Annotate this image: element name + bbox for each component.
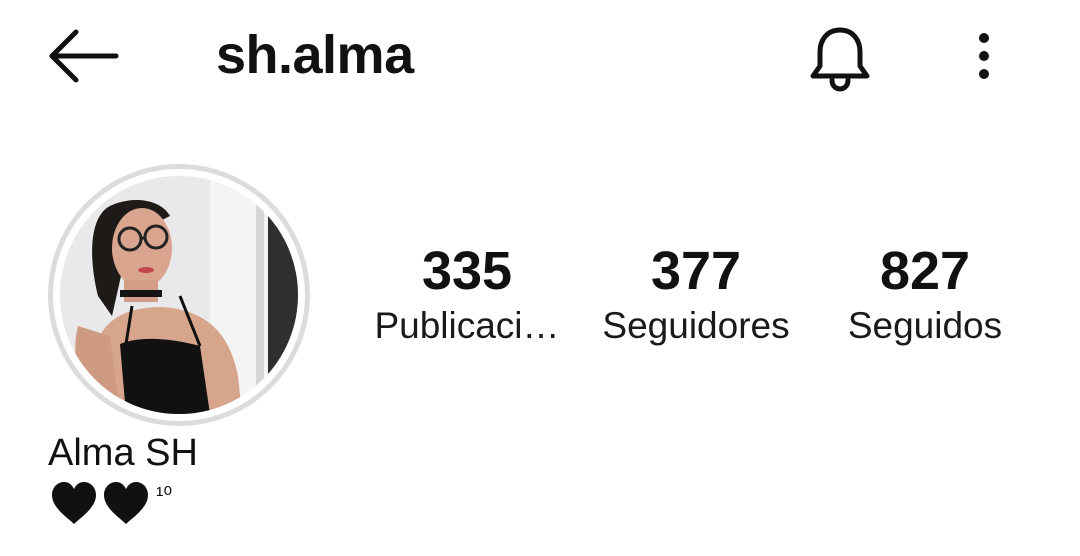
bell-icon: [810, 27, 870, 92]
avatar: [60, 176, 298, 414]
more-options-button[interactable]: [964, 28, 1004, 88]
followers-count: 377: [650, 241, 742, 301]
profile-page: sh.alma 335 Publicaci… 377 Seguidores 82…: [0, 0, 1080, 556]
profile-bio: ¹⁰: [48, 478, 172, 528]
black-heart-icon: [104, 482, 148, 524]
profile-photo: [60, 176, 298, 414]
profile-full-name: Alma SH: [48, 432, 198, 474]
stat-posts[interactable]: 335 Publicaci…: [352, 240, 582, 350]
profile-username: sh.alma: [216, 25, 414, 85]
back-button[interactable]: [44, 26, 124, 86]
profile-avatar-button[interactable]: [48, 164, 310, 426]
arrow-left-icon: [49, 29, 119, 83]
following-count: 827: [879, 241, 971, 301]
following-label: Seguidos: [847, 305, 1003, 346]
notifications-button[interactable]: [804, 22, 876, 94]
followers-label: Seguidores: [602, 305, 790, 346]
posts-label: Publicaci…: [374, 305, 560, 346]
more-vertical-icon: [979, 33, 989, 79]
black-heart-icon: [52, 482, 96, 524]
stat-followers[interactable]: 377 Seguidores: [581, 240, 811, 350]
bio-text: ¹⁰: [156, 482, 173, 507]
stat-following[interactable]: 827 Seguidos: [810, 240, 1040, 350]
posts-count: 335: [421, 241, 513, 301]
